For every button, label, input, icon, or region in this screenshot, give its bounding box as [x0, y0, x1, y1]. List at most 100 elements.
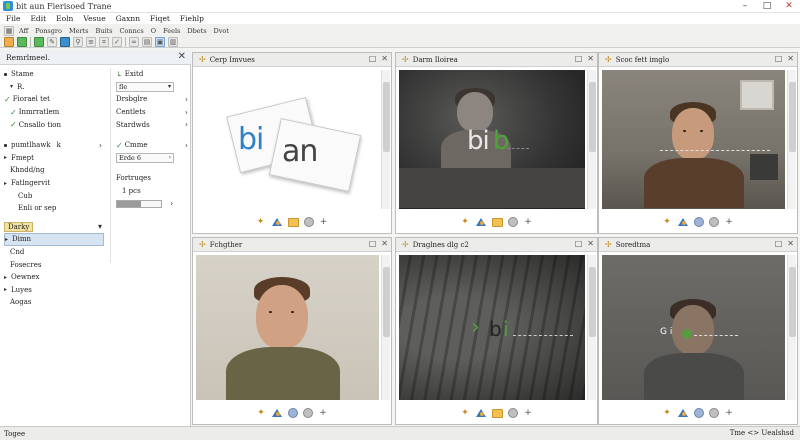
close-icon[interactable]: ✕	[381, 54, 388, 63]
crop-icon[interactable]: ⌗	[99, 36, 109, 47]
property-row[interactable]: Stardwds ›	[116, 118, 190, 131]
list-item[interactable]: ✓ Cnsallo tion	[4, 118, 104, 131]
grid-icon[interactable]: ▦	[4, 25, 14, 36]
menu-eoln[interactable]: Eoln	[56, 14, 73, 23]
panel-tab[interactable]: ✢ Scoc fett imglo	[599, 53, 797, 67]
panel-tab[interactable]: ✢ Fchgther	[193, 238, 391, 252]
toolbar-aff[interactable]: Aff	[17, 26, 30, 36]
value-slider[interactable]	[116, 199, 162, 208]
list-item[interactable]: ▸ Luyes	[4, 284, 104, 297]
toolbar-dbets[interactable]: Dbets	[185, 26, 208, 36]
stop-icon[interactable]	[303, 408, 313, 418]
minimize-button[interactable]: –	[734, 0, 756, 13]
stop-icon[interactable]	[709, 408, 719, 418]
refresh-icon[interactable]	[4, 36, 14, 47]
move-icon[interactable]	[60, 36, 70, 47]
adjust-icon[interactable]	[677, 408, 689, 418]
image-view[interactable]: bi b	[399, 70, 585, 209]
list-item[interactable]: Khndd/ng	[4, 164, 104, 177]
view-icon[interactable]: ▥	[168, 36, 178, 47]
menu-edit[interactable]: Edit	[30, 14, 46, 23]
list-item[interactable]: ▸ Oewnex	[4, 271, 104, 284]
list-item[interactable]: pumtlhawk k ›	[4, 139, 104, 152]
list-item[interactable]: Fosecres	[4, 258, 104, 271]
close-icon[interactable]: ✕	[787, 239, 794, 248]
image-view[interactable]	[196, 255, 379, 400]
check-icon[interactable]: ✓	[112, 36, 122, 47]
list-item[interactable]: Stame	[4, 68, 104, 81]
list-item[interactable]: ▾ R.	[4, 81, 104, 94]
maximize-icon[interactable]: □	[775, 54, 783, 63]
record-icon[interactable]	[508, 217, 518, 227]
menu-file[interactable]: File	[6, 14, 20, 23]
menu-vesue[interactable]: Vesue	[83, 14, 105, 23]
scroll-thumb[interactable]	[789, 82, 796, 152]
close-icon[interactable]: ✕	[587, 239, 594, 248]
property-row[interactable]: Drsbglre ›	[116, 93, 190, 106]
close-icon[interactable]: ✕	[587, 54, 594, 63]
scroll-thumb[interactable]	[383, 82, 390, 152]
vertical-scrollbar[interactable]	[787, 255, 796, 400]
erde-dropdown[interactable]: Erde 6 ›	[116, 152, 174, 163]
adjust-icon[interactable]	[475, 408, 487, 418]
toolbar-feels[interactable]: Feels	[161, 26, 182, 36]
doc-icon[interactable]: ▤	[142, 36, 152, 47]
maximize-icon[interactable]: □	[369, 54, 377, 63]
toolbar-buits[interactable]: Buits	[94, 26, 115, 36]
vertical-scrollbar[interactable]	[787, 70, 796, 209]
folder-icon[interactable]	[17, 36, 27, 47]
sparkle-icon[interactable]: ✦	[256, 408, 266, 418]
vertical-scrollbar[interactable]	[381, 255, 390, 400]
scroll-thumb[interactable]	[383, 267, 390, 337]
menu-gaxnn[interactable]: Gaxnn	[116, 14, 140, 23]
adjust-icon[interactable]	[271, 217, 283, 227]
panel-tab[interactable]: ✢ Cerp Imvues	[193, 53, 391, 67]
sparkle-icon[interactable]: ✦	[256, 217, 266, 227]
add-icon[interactable]: +	[724, 217, 734, 227]
stop-icon[interactable]	[709, 217, 719, 227]
image-view[interactable]	[602, 70, 785, 209]
zoom-icon[interactable]: ⚲	[73, 36, 83, 47]
add-icon[interactable]: +	[523, 408, 533, 418]
record-icon[interactable]	[288, 408, 298, 418]
adjust-icon[interactable]	[677, 217, 689, 227]
list-item[interactable]: ▸ Fmept	[4, 152, 104, 165]
exit-dropdown[interactable]: fle ▾	[116, 81, 174, 92]
close-icon[interactable]: ✕	[381, 239, 388, 248]
close-icon[interactable]: ✕	[787, 54, 794, 63]
adjust-icon[interactable]	[475, 217, 487, 227]
list-item[interactable]: Enli or sep	[4, 202, 104, 215]
vertical-scrollbar[interactable]	[587, 255, 596, 400]
folder-icon[interactable]	[492, 217, 503, 227]
sparkle-icon[interactable]: ✦	[460, 408, 470, 418]
maximize-button[interactable]: □	[756, 0, 778, 13]
list-item[interactable]: Aogas	[4, 296, 104, 309]
close-button[interactable]: ✕	[778, 0, 800, 13]
maximize-icon[interactable]: □	[775, 239, 783, 248]
link-icon[interactable]: ∞	[129, 36, 139, 47]
maximize-icon[interactable]: □	[369, 239, 377, 248]
menu-help[interactable]: Fiehlp	[180, 14, 204, 23]
layers-icon[interactable]: ≡	[86, 36, 96, 47]
add-icon[interactable]: +	[523, 217, 533, 227]
toolbar-o[interactable]: O	[149, 26, 158, 36]
toolbar-ponsgro[interactable]: Ponsgro	[33, 26, 64, 36]
list-item[interactable]: ✓ Fiorael tet	[4, 93, 104, 106]
property-row[interactable]: Centlets ›	[116, 106, 190, 119]
add-icon[interactable]: +	[724, 408, 734, 418]
add-icon[interactable]: +	[319, 217, 329, 227]
pen-icon[interactable]: ✎	[47, 36, 57, 47]
panel-tab[interactable]: ✢ Darm Iloirea	[396, 53, 597, 67]
list-item[interactable]: Cub	[4, 189, 104, 202]
panel-tab[interactable]: ✢ Soredtma	[599, 238, 797, 252]
vertical-scrollbar[interactable]	[381, 70, 390, 209]
record-icon[interactable]	[694, 217, 704, 227]
image-view[interactable]: bi an	[196, 70, 379, 209]
maximize-icon[interactable]: □	[575, 239, 583, 248]
panel-tab[interactable]: ✢ Draglnes dlg c2	[396, 238, 597, 252]
toolbar-conncs[interactable]: Conncs	[118, 26, 146, 36]
property-row[interactable]: ✓ Cmme ›	[116, 139, 190, 152]
folder-icon[interactable]	[287, 217, 299, 227]
panel-icon[interactable]: ▣	[155, 36, 165, 47]
folder-icon[interactable]	[492, 408, 503, 418]
